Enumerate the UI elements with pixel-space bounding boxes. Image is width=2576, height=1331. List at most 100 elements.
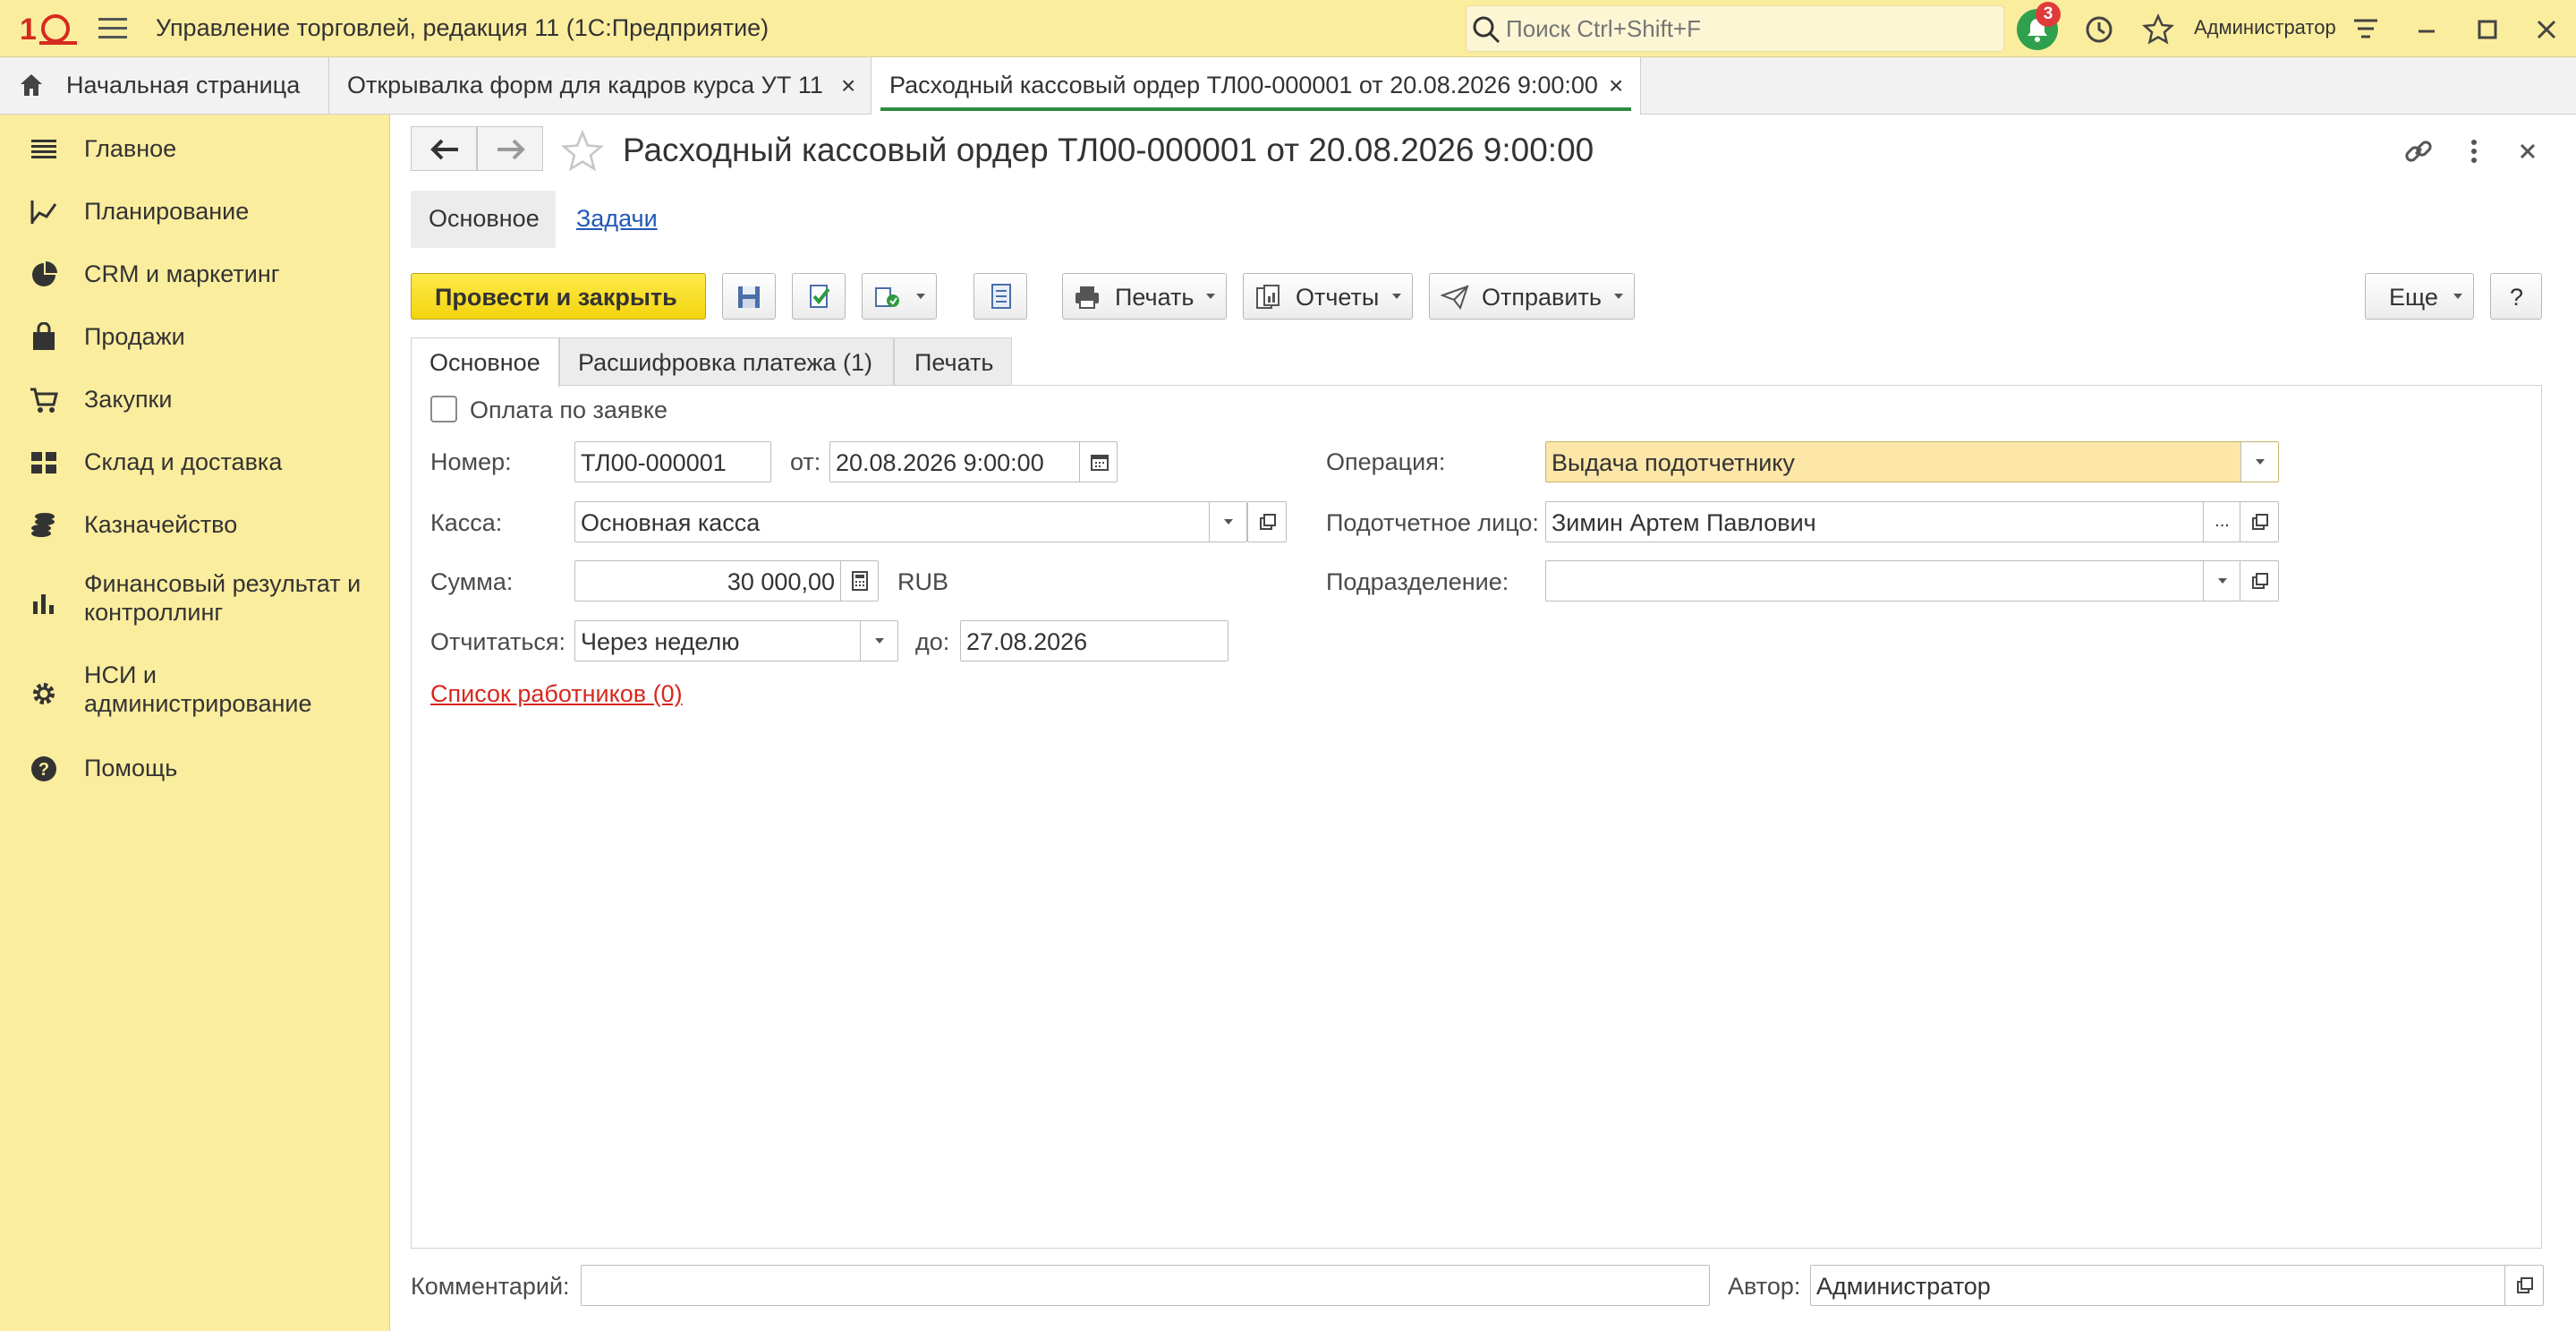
back-button[interactable] xyxy=(411,126,477,171)
sidebar-item-crm[interactable]: CRM и маркетинг xyxy=(0,258,390,303)
date-field[interactable]: 20.08.2026 9:00:00 xyxy=(829,441,1118,482)
button-label: Еще xyxy=(2389,284,2438,311)
sidebar-item-label: CRM и маркетинг xyxy=(84,260,280,287)
author-open-button[interactable] xyxy=(2504,1265,2544,1306)
create-based-on-icon xyxy=(875,287,899,307)
tab-form-opener[interactable]: Открывалка форм для кадров курса УТ 11 × xyxy=(329,57,871,115)
reports-icon xyxy=(1256,285,1279,309)
settings-filter-icon[interactable] xyxy=(2348,12,2384,47)
until-date-value: 27.08.2026 xyxy=(966,628,1088,655)
close-tab-icon[interactable]: × xyxy=(841,72,855,100)
maximize-icon[interactable] xyxy=(2470,12,2505,47)
pay-by-request-checkbox[interactable] xyxy=(430,396,457,422)
bag-icon xyxy=(33,322,55,350)
favorite-star-icon[interactable] xyxy=(559,128,606,175)
comment-field[interactable] xyxy=(581,1265,1710,1306)
tab-payment-details[interactable]: Расшифровка платежа (1) xyxy=(559,337,894,386)
open-card-icon xyxy=(2252,573,2268,589)
section-tasks[interactable]: Задачи xyxy=(576,191,675,248)
close-form-icon[interactable] xyxy=(2510,133,2546,169)
number-field[interactable]: ТЛ00-000001 xyxy=(574,441,771,482)
close-window-icon[interactable] xyxy=(2529,12,2564,47)
document-structure-button[interactable] xyxy=(973,273,1027,320)
send-button[interactable]: Отправить xyxy=(1429,273,1635,320)
until-label: до: xyxy=(915,628,950,655)
search-icon xyxy=(1473,16,1501,44)
sidebar-item-purchases[interactable]: Закупки xyxy=(0,383,390,428)
more-button[interactable]: Еще xyxy=(2365,273,2474,320)
save-button[interactable] xyxy=(722,273,776,320)
forward-button[interactable] xyxy=(477,126,543,171)
open-card-icon xyxy=(1260,514,1276,530)
reports-button[interactable]: Отчеты xyxy=(1243,273,1413,320)
report-period-dropdown-button[interactable] xyxy=(860,621,897,661)
kassa-field[interactable]: Основная касса xyxy=(574,501,1247,542)
until-date-field[interactable]: 27.08.2026 xyxy=(960,620,1228,661)
favorites-star-icon[interactable] xyxy=(2140,12,2176,47)
number-label: Номер: xyxy=(430,448,512,475)
person-field[interactable]: Зимин Артем Павлович ... xyxy=(1545,501,2241,542)
sidebar-item-help[interactable]: ? Помощь xyxy=(0,752,390,797)
button-label: ? xyxy=(2510,284,2524,311)
sidebar-item-treasury[interactable]: Казначейство xyxy=(0,508,390,553)
chevron-down-icon xyxy=(2256,459,2265,465)
report-period-value: Через неделю xyxy=(581,628,740,655)
kassa-value: Основная касса xyxy=(581,509,761,536)
sidebar-item-planning[interactable]: Планирование xyxy=(0,195,390,240)
printer-icon xyxy=(1075,286,1099,309)
tab-cash-order[interactable]: Расходный кассовый ордер ТЛ00-000001 от … xyxy=(871,57,1641,115)
main-menu-icon[interactable] xyxy=(98,18,127,41)
workers-list-link[interactable]: Список работников (0) xyxy=(430,680,683,708)
kassa-dropdown-button[interactable] xyxy=(1209,502,1246,542)
sum-field[interactable]: 30 000,00 xyxy=(574,560,879,602)
help-button[interactable]: ? xyxy=(2490,273,2542,320)
author-field[interactable]: Администратор xyxy=(1810,1265,2506,1306)
print-button[interactable]: Печать xyxy=(1062,273,1227,320)
section-main[interactable]: Основное xyxy=(411,191,556,248)
search-input[interactable] xyxy=(1504,12,1987,46)
send-icon xyxy=(1441,285,1469,310)
operation-dropdown-button[interactable] xyxy=(2240,442,2278,482)
sidebar-item-admin[interactable]: НСИ и администрирование xyxy=(0,661,390,732)
current-user[interactable]: Администратор xyxy=(2194,16,2336,39)
tab-main[interactable]: Основное xyxy=(411,337,559,388)
close-tab-icon[interactable]: × xyxy=(1609,72,1623,100)
sidebar-item-warehouse[interactable]: Склад и доставка xyxy=(0,446,390,491)
tab-print[interactable]: Печать xyxy=(894,337,1012,386)
arrow-right-icon xyxy=(497,139,525,160)
report-period-select[interactable]: Через неделю xyxy=(574,620,898,661)
link-icon[interactable] xyxy=(2401,133,2436,169)
division-dropdown-button[interactable] xyxy=(2203,561,2240,601)
sidebar-item-main[interactable]: Главное xyxy=(0,132,390,177)
tab-label: Расходный кассовый ордер ТЛ00-000001 от … xyxy=(889,72,1598,98)
person-select-button[interactable]: ... xyxy=(2203,502,2240,542)
cart-icon xyxy=(30,388,58,413)
more-vertical-icon[interactable] xyxy=(2456,133,2492,169)
author-label: Автор: xyxy=(1728,1273,1801,1300)
minimize-icon[interactable] xyxy=(2409,12,2444,47)
currency-label: RUB xyxy=(897,568,949,595)
sidebar-item-sales[interactable]: Продажи xyxy=(0,320,390,365)
post-document-icon xyxy=(810,285,830,308)
person-open-button[interactable] xyxy=(2240,501,2279,542)
chevron-down-icon xyxy=(2218,578,2227,584)
calculator-button[interactable] xyxy=(840,561,878,601)
create-based-on-button[interactable] xyxy=(862,273,937,320)
coins-icon xyxy=(31,513,55,537)
tab-home[interactable]: Начальная страница xyxy=(0,57,329,115)
history-icon[interactable] xyxy=(2081,12,2117,47)
division-open-button[interactable] xyxy=(2240,560,2279,602)
post-and-close-button[interactable]: Провести и закрыть xyxy=(411,273,706,320)
sidebar-item-finance[interactable]: Финансовый результат и контроллинг xyxy=(0,569,390,641)
division-field[interactable] xyxy=(1545,560,2241,602)
date-value: 20.08.2026 9:00:00 xyxy=(836,449,1044,476)
tab-label: Начальная страница xyxy=(66,72,301,98)
global-search[interactable] xyxy=(1466,5,2004,52)
post-button[interactable] xyxy=(792,273,846,320)
pay-by-request-label: Оплата по заявке xyxy=(470,397,668,423)
1c-logo-icon[interactable]: 1 xyxy=(20,9,79,48)
kassa-open-button[interactable] xyxy=(1247,501,1287,542)
person-value: Зимин Артем Павлович xyxy=(1552,509,1816,536)
calendar-button[interactable] xyxy=(1079,442,1117,482)
operation-select[interactable]: Выдача подотчетнику xyxy=(1545,441,2279,482)
